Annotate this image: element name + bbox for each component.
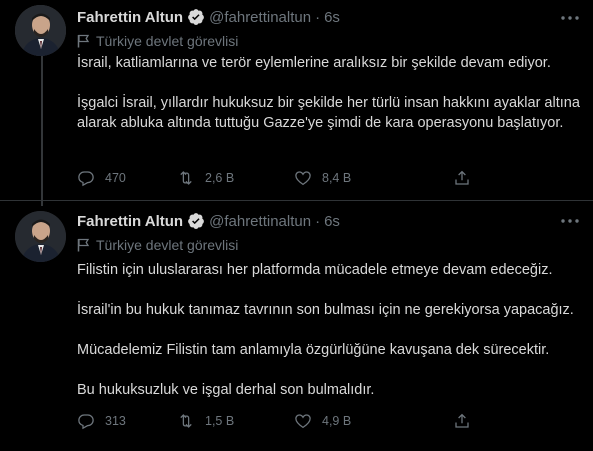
- label-text: Türkiye devlet görevlisi: [96, 237, 239, 253]
- like-button[interactable]: 8,4 B: [294, 168, 351, 188]
- tweet-header: Fahrettin Altun @fahrettinaltun · 6s: [77, 211, 340, 231]
- share-button[interactable]: [453, 411, 481, 431]
- reply-icon: [78, 414, 94, 430]
- heart-icon: [295, 171, 311, 186]
- tweet-paragraph: Filistin için uluslararası her platformd…: [77, 262, 553, 278]
- retweet-button[interactable]: 1,5 B: [177, 411, 234, 431]
- reply-icon: [78, 171, 94, 187]
- retweet-icon: [180, 414, 192, 428]
- verified-badge-icon: [187, 212, 205, 230]
- tweet-paragraph: İşgalci İsrail, yıllardır hukuksuz bir ş…: [77, 95, 580, 131]
- author-handle[interactable]: @fahrettinaltun: [209, 9, 311, 26]
- tweet-actions: 313 1,5 B 4,9 B: [77, 411, 487, 431]
- author-name[interactable]: Fahrettin Altun: [77, 213, 183, 230]
- like-count: 8,4 B: [322, 171, 352, 185]
- heart-icon: [295, 414, 311, 429]
- government-official-label: Türkiye devlet görevlisi: [77, 32, 238, 50]
- flag-icon: [77, 34, 90, 48]
- tweet-paragraph: İsrail, katliamlarına ve terör eylemleri…: [77, 55, 551, 71]
- separator-dot: ·: [315, 212, 321, 230]
- author-handle[interactable]: @fahrettinaltun: [209, 213, 311, 230]
- avatar[interactable]: [15, 5, 66, 56]
- tweet-text: Filistin için uluslararası her platformd…: [77, 260, 582, 400]
- reply-button[interactable]: 470: [77, 168, 126, 188]
- share-button[interactable]: [453, 168, 481, 188]
- share-icon: [455, 170, 469, 185]
- share-icon: [455, 413, 469, 428]
- government-official-label: Türkiye devlet görevlisi: [77, 236, 238, 254]
- tweet-paragraph: Mücadelemiz Filistin tam anlamıyla özgür…: [77, 342, 550, 358]
- reply-count: 470: [105, 171, 126, 185]
- separator-dot: ·: [315, 8, 321, 26]
- tweet[interactable]: Fahrettin Altun @fahrettinaltun · 6s Tür…: [0, 201, 593, 451]
- retweet-count: 1,5 B: [205, 414, 235, 428]
- flag-icon: [77, 238, 90, 252]
- more-options-icon[interactable]: [559, 10, 581, 26]
- reply-button[interactable]: 313: [77, 411, 126, 431]
- retweet-count: 2,6 B: [205, 171, 235, 185]
- retweet-button[interactable]: 2,6 B: [177, 168, 234, 188]
- like-button[interactable]: 4,9 B: [294, 411, 351, 431]
- thread-connector-line: [41, 56, 43, 206]
- avatar[interactable]: [15, 211, 66, 262]
- reply-count: 313: [105, 414, 126, 428]
- tweet-timestamp[interactable]: 6s: [324, 213, 340, 230]
- tweet-header: Fahrettin Altun @fahrettinaltun · 6s: [77, 7, 340, 27]
- like-count: 4,9 B: [322, 414, 352, 428]
- tweet-paragraph: Bu hukuksuzluk ve işgal derhal son bulma…: [77, 382, 375, 398]
- retweet-icon: [180, 171, 192, 185]
- tweet-actions: 470 2,6 B 8,4 B: [77, 168, 487, 188]
- tweet-text: İsrail, katliamlarına ve terör eylemleri…: [77, 53, 582, 133]
- tweet-paragraph: İsrail'in bu hukuk tanımaz tavrının son …: [77, 302, 574, 318]
- tweet[interactable]: Fahrettin Altun @fahrettinaltun · 6s Tür…: [0, 0, 593, 206]
- verified-badge-icon: [187, 8, 205, 26]
- more-options-icon[interactable]: [559, 213, 581, 229]
- tweet-timestamp[interactable]: 6s: [324, 9, 340, 26]
- label-text: Türkiye devlet görevlisi: [96, 33, 239, 49]
- author-name[interactable]: Fahrettin Altun: [77, 9, 183, 26]
